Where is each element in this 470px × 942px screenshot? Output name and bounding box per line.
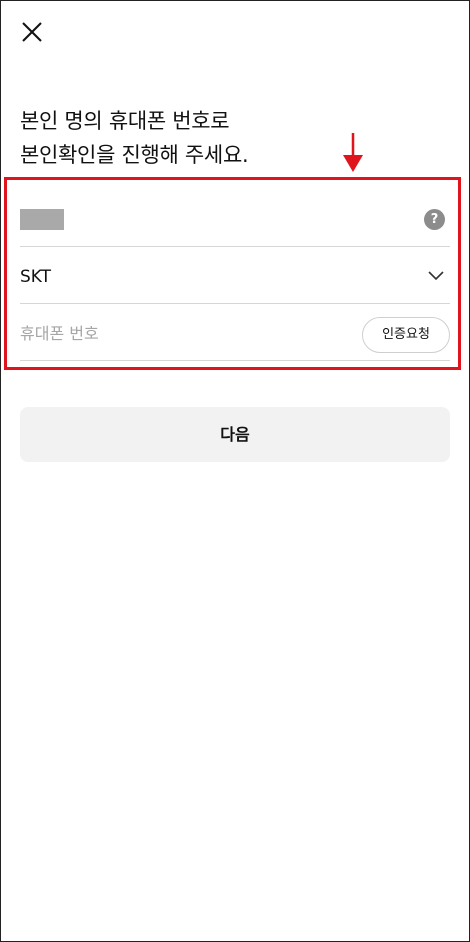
carrier-select[interactable]: SKT bbox=[20, 247, 450, 304]
close-icon bbox=[22, 22, 42, 42]
phone-field-row: 인증요청 bbox=[20, 304, 450, 361]
chevron-down-icon bbox=[428, 271, 444, 281]
next-button[interactable]: 다음 bbox=[20, 407, 450, 462]
close-button[interactable] bbox=[18, 18, 46, 46]
verify-request-button[interactable]: 인증요청 bbox=[362, 317, 450, 353]
name-redacted-value bbox=[20, 209, 64, 230]
carrier-selected-value: SKT bbox=[20, 267, 52, 287]
help-icon[interactable]: ? bbox=[424, 209, 445, 230]
phone-number-input[interactable] bbox=[20, 318, 320, 348]
annotation-arrow-icon bbox=[343, 133, 363, 172]
page-title-line-1: 본인 명의 휴대폰 번호로 bbox=[20, 109, 230, 133]
page-title-line-2: 본인확인을 진행해 주세요. bbox=[20, 143, 249, 167]
name-field-row: ? bbox=[20, 190, 450, 247]
page-title: 본인 명의 휴대폰 번호로 본인확인을 진행해 주세요. bbox=[20, 104, 440, 172]
